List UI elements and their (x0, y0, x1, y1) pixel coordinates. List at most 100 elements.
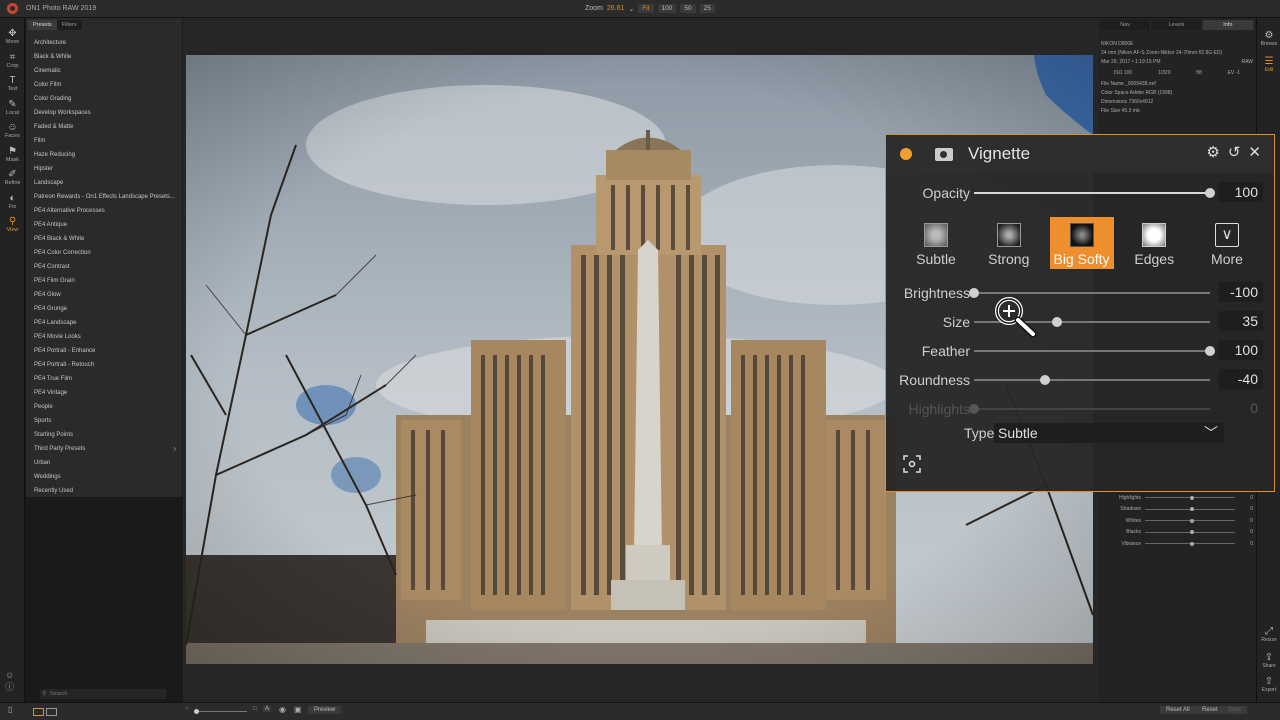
preset-category-item[interactable]: PE4 Film Grain (26, 274, 182, 288)
preset-category-item[interactable]: PE4 Glow (26, 288, 182, 302)
thumbnail-size-slider[interactable] (195, 711, 247, 712)
preset-category-item[interactable]: Architecture (26, 36, 182, 50)
preset-category-item[interactable]: Develop Workspaces (26, 106, 182, 120)
frame-icon[interactable]: □ (253, 706, 257, 712)
opacity-value[interactable]: 100 (1219, 182, 1263, 202)
preset-category-item[interactable]: PE4 True Film (26, 372, 182, 386)
tone-slider-track[interactable] (1145, 495, 1235, 500)
preset-strong[interactable]: Strong (977, 217, 1041, 269)
feather-slider-knob[interactable] (1205, 346, 1215, 356)
preset-category-item[interactable]: Hipster (26, 162, 182, 176)
tone-slider-value[interactable]: 0 (1241, 506, 1253, 512)
preset-category-item[interactable]: People (26, 400, 182, 414)
preset-category-item[interactable]: Film (26, 134, 182, 148)
preset-category-item[interactable]: Patreon Rewards - On1 Effects Landscape … (26, 190, 182, 204)
tone-slider-value[interactable]: 0 (1241, 518, 1253, 524)
preset-subtle[interactable]: Subtle (904, 217, 968, 269)
tool-mask[interactable]: ⚑ Mask (0, 146, 25, 163)
close-icon[interactable]: ✕ (1248, 143, 1261, 161)
preset-category-item[interactable]: Recently Used (26, 484, 182, 498)
resize-button[interactable]: ⤢ Resize (1257, 626, 1280, 643)
tab-info[interactable]: Info (1202, 20, 1254, 30)
preset-category-item[interactable]: Color Film (26, 78, 182, 92)
browse-module[interactable]: ⚙ Browse (1257, 30, 1280, 47)
share-button[interactable]: ⇪ Share (1257, 652, 1280, 669)
roundness-value[interactable]: -40 (1219, 369, 1263, 389)
preset-category-item[interactable]: PE4 Alternative Processes (26, 204, 182, 218)
gear-icon[interactable]: ⚙ (1206, 143, 1219, 161)
focus-target-icon[interactable] (903, 455, 923, 475)
preset-category-item[interactable]: Starting Points (26, 428, 182, 442)
preset-category-item[interactable]: PE4 Movie Looks (26, 330, 182, 344)
preset-category-item[interactable]: Third Party Presets › (26, 442, 182, 456)
feather-slider[interactable] (974, 346, 1215, 356)
preset-category-item[interactable]: PE4 Portrait - Retouch (26, 358, 182, 372)
tab-nav[interactable]: Nav (1100, 20, 1152, 30)
tool-text[interactable]: T Text (0, 75, 25, 92)
help-icon[interactable]: ⓘ (5, 680, 14, 693)
opacity-slider-knob[interactable] (1205, 188, 1215, 198)
zoom-100-button[interactable]: 100 (657, 4, 677, 13)
preset-big-softy[interactable]: Big Softy (1049, 217, 1114, 269)
preset-search-input[interactable]: ⚲ Search (40, 689, 166, 699)
zoom-50-button[interactable]: 50 (680, 4, 696, 13)
preset-category-item[interactable]: Haze Reducing (26, 148, 182, 162)
tool-faces[interactable]: ☺ Faces (0, 122, 25, 139)
tool-crop[interactable]: ⌗ Crop (0, 52, 25, 69)
tool-view[interactable]: ⚲ View (0, 216, 25, 233)
size-value[interactable]: 35 (1219, 311, 1263, 331)
preset-more[interactable]: ∨ More (1195, 217, 1259, 269)
tone-slider-knob[interactable] (1190, 518, 1194, 523)
tool-refine[interactable]: ✐ Refine (0, 169, 25, 186)
text-overlay-icon[interactable]: A (263, 706, 272, 712)
roundness-slider-knob[interactable] (1039, 375, 1050, 385)
tone-slider-value[interactable]: 0 (1241, 541, 1253, 547)
preset-category-item[interactable]: PE4 Vintage (26, 386, 182, 400)
tone-slider-track[interactable] (1145, 507, 1235, 512)
tone-slider-knob[interactable] (1190, 507, 1194, 512)
preset-category-item[interactable]: PE4 Landscape (26, 316, 182, 330)
tone-slider-track[interactable] (1145, 530, 1235, 535)
tab-presets[interactable]: Presets (28, 20, 57, 30)
tool-local[interactable]: ✎ Local (0, 99, 25, 116)
tone-slider-value[interactable]: 0 (1241, 529, 1253, 535)
user-icon[interactable]: ☺ (5, 670, 14, 680)
sync-button[interactable]: Sync (1222, 706, 1248, 714)
zoom-fit-button[interactable]: Fit (638, 4, 654, 13)
tone-slider-track[interactable] (1145, 541, 1235, 546)
preset-category-item[interactable]: PE4 Black & White (26, 232, 182, 246)
preset-edges[interactable]: Edges (1122, 217, 1186, 269)
tool-fix[interactable]: ◐ Fix (0, 193, 25, 210)
zoom-dropdown-icon[interactable]: ⌄ (628, 5, 634, 13)
preset-category-item[interactable]: Color Grading (26, 92, 182, 106)
tone-slider-knob[interactable] (1190, 530, 1194, 535)
preset-category-item[interactable]: Cinematic (26, 64, 182, 78)
preset-category-item[interactable]: PE4 Portrait - Enhance (26, 344, 182, 358)
compare-view-icon[interactable] (46, 708, 57, 716)
export-button[interactable]: ⇧ Export (1257, 676, 1280, 693)
tone-slider-knob[interactable] (1190, 495, 1194, 500)
panel-toggle-icon[interactable]: ▯ (8, 705, 12, 714)
mask-camera-icon[interactable] (935, 148, 953, 161)
preset-category-item[interactable]: Sports (26, 414, 182, 428)
brightness-slider[interactable] (969, 288, 1210, 298)
roundness-slider[interactable] (974, 375, 1210, 385)
brightness-slider-knob[interactable] (969, 288, 979, 298)
type-select[interactable]: Subtle ﹀ (994, 423, 1224, 443)
thumbnail-size-knob[interactable] (194, 709, 199, 714)
reset-icon[interactable]: ↺ (1228, 143, 1241, 161)
mask-view-icon[interactable]: ◉ (279, 705, 286, 714)
tab-filters[interactable]: Filters (56, 20, 82, 30)
edit-module[interactable]: ☰ Edit (1257, 56, 1280, 73)
soft-proof-icon[interactable]: ▣ (294, 705, 302, 714)
preset-category-item[interactable]: PE4 Color Correction (26, 246, 182, 260)
preview-button[interactable]: Preview (308, 706, 342, 714)
tool-move[interactable]: ✥ Move (0, 28, 25, 45)
preset-category-item[interactable]: PE4 Antique (26, 218, 182, 232)
opacity-slider[interactable] (974, 188, 1215, 198)
preset-category-item[interactable]: Weddings (26, 470, 182, 484)
size-slider-knob[interactable] (1051, 317, 1062, 327)
preset-category-item[interactable]: Black & White (26, 50, 182, 64)
brightness-value[interactable]: -100 (1219, 282, 1263, 302)
preset-category-item[interactable]: PE4 Contrast (26, 260, 182, 274)
